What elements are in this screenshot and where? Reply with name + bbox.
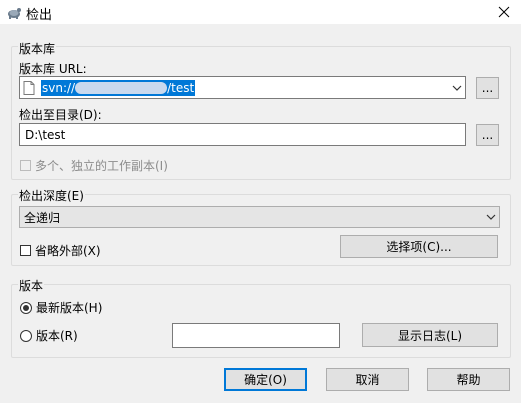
- revision-group-label: 版本: [18, 277, 45, 294]
- chevron-down-icon[interactable]: [484, 210, 498, 224]
- show-log-button[interactable]: 显示日志(L): [362, 323, 498, 347]
- file-icon: [23, 80, 35, 95]
- ok-button[interactable]: 确定(O): [224, 368, 307, 391]
- multiple-copies-checkbox[interactable]: [20, 160, 31, 171]
- window-title: 检出: [26, 8, 53, 23]
- repository-url-value[interactable]: svn:///test: [41, 79, 196, 96]
- tortoise-svn-icon: [6, 4, 22, 20]
- head-revision-radio[interactable]: [20, 301, 32, 314]
- checkout-dir-input[interactable]: D:\test: [19, 123, 466, 146]
- choose-items-button[interactable]: 选择项(C)...: [340, 235, 498, 258]
- revision-input[interactable]: [172, 323, 340, 348]
- head-revision-option[interactable]: 最新版本(H): [20, 299, 102, 316]
- chevron-down-icon[interactable]: [450, 81, 464, 95]
- checkout-dir-browse-button[interactable]: ...: [476, 124, 499, 146]
- specific-revision-option[interactable]: 版本(R): [20, 327, 78, 344]
- specific-revision-label: 版本(R): [36, 329, 78, 343]
- omit-externals-checkbox[interactable]: [20, 245, 31, 256]
- omit-externals-label: 省略外部(X): [35, 244, 101, 258]
- depth-select[interactable]: 全递归: [19, 206, 500, 228]
- repository-url-label: 版本库 URL:: [19, 62, 87, 76]
- multiple-copies-label: 多个、独立的工作副本(I): [35, 159, 168, 173]
- close-icon[interactable]: [486, 0, 521, 24]
- multiple-copies-option[interactable]: 多个、独立的工作副本(I): [20, 157, 168, 174]
- repository-url-combobox[interactable]: svn:///test: [19, 76, 466, 99]
- repository-group-label: 版本库: [18, 40, 57, 57]
- help-button[interactable]: 帮助: [427, 368, 510, 391]
- depth-group-label: 检出深度(E): [18, 187, 85, 204]
- specific-revision-radio[interactable]: [20, 329, 32, 342]
- cancel-button[interactable]: 取消: [326, 368, 409, 391]
- omit-externals-option[interactable]: 省略外部(X): [20, 242, 101, 259]
- repository-browse-button[interactable]: ...: [476, 77, 499, 99]
- redacted-host: [75, 81, 168, 94]
- head-revision-label: 最新版本(H): [36, 301, 103, 315]
- title-bar: 检出: [0, 0, 521, 24]
- checkout-dir-label: 检出至目录(D):: [19, 108, 102, 122]
